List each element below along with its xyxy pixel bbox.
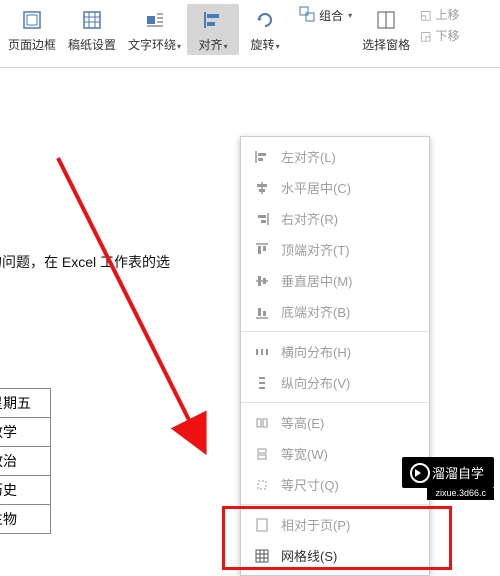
select-pane-label: 选择窗格	[362, 36, 410, 53]
select-pane-icon	[372, 6, 400, 34]
table-row: 历史	[0, 476, 51, 505]
table-row: 星期五	[0, 389, 51, 418]
align-vcenter-icon	[253, 272, 271, 290]
table-row: 政治	[0, 447, 51, 476]
align-dropdown: 左对齐(L) 水平居中(C) 右对齐(R) 顶端对齐(T) 垂直居中(M) 底端…	[240, 136, 430, 576]
align-left-icon	[253, 148, 271, 166]
paper-setup-button[interactable]: 稿纸设置	[62, 4, 122, 55]
menu-separator	[241, 402, 429, 403]
table-row: 生物	[0, 505, 51, 534]
menu-separator	[241, 331, 429, 332]
move-up-button[interactable]: ◱ 上移	[420, 6, 459, 23]
page-border-icon	[18, 6, 46, 34]
menu-align-left[interactable]: 左对齐(L)	[241, 141, 429, 172]
menu-relative-page[interactable]: 相对于页(P)	[241, 509, 429, 540]
relative-page-icon	[253, 516, 271, 534]
ribbon-toolbar: 页面边框 稿纸设置 文字环绕▾ 对齐▾ 旋转▾ 组合▾ 选择窗格	[0, 0, 500, 68]
layer-controls: ◱ 上移 ◲ 下移	[416, 4, 463, 46]
align-hcenter-icon	[253, 179, 271, 197]
page-border-button[interactable]: 页面边框	[2, 4, 62, 55]
watermark-url: zixue.3d66.c	[427, 488, 494, 500]
menu-align-bottom[interactable]: 底端对齐(B)	[241, 296, 429, 327]
menu-separator	[241, 504, 429, 505]
align-bottom-icon	[253, 303, 271, 321]
page-border-label: 页面边框	[8, 36, 56, 53]
menu-align-hcenter[interactable]: 水平居中(C)	[241, 172, 429, 203]
align-top-icon	[253, 241, 271, 259]
menu-equal-width[interactable]: 等宽(W)	[241, 438, 429, 469]
equal-size-icon	[253, 476, 271, 494]
menu-distribute-h[interactable]: 横向分布(H)	[241, 336, 429, 367]
move-down-button[interactable]: ◲ 下移	[420, 27, 459, 44]
annotation-arrow	[48, 148, 248, 508]
rotate-label: 旋转▾	[251, 36, 280, 53]
distribute-h-icon	[253, 343, 271, 361]
menu-align-right[interactable]: 右对齐(R)	[241, 203, 429, 234]
gridlines-icon	[253, 547, 271, 565]
text-wrap-icon	[141, 6, 169, 34]
align-right-icon	[253, 210, 271, 228]
rotate-icon	[251, 6, 279, 34]
equal-height-icon	[253, 414, 271, 432]
menu-equal-height[interactable]: 等高(E)	[241, 407, 429, 438]
menu-align-top[interactable]: 顶端对齐(T)	[241, 234, 429, 265]
group-label[interactable]: 组合	[319, 7, 343, 24]
menu-equal-size[interactable]: 等尺寸(Q)	[241, 469, 429, 500]
align-icon	[199, 6, 227, 34]
align-button[interactable]: 对齐▾	[187, 4, 239, 55]
menu-align-vcenter[interactable]: 垂直居中(M)	[241, 265, 429, 296]
rotate-button[interactable]: 旋转▾	[239, 4, 291, 55]
menu-gridlines[interactable]: 网格线(S)	[241, 540, 429, 571]
distribute-v-icon	[253, 374, 271, 392]
document-area: 样的问题，在 Excel 工作表的选 星期五 数学 政治 历史 生物 左对齐(L…	[0, 68, 500, 502]
schedule-table: 星期五 数学 政治 历史 生物	[0, 388, 51, 534]
watermark-badge: 溜溜自学	[402, 457, 494, 488]
text-wrap-button[interactable]: 文字环绕▾	[122, 4, 187, 55]
group-icon	[299, 6, 315, 25]
select-pane-button[interactable]: 选择窗格	[356, 4, 416, 55]
align-label: 对齐▾	[199, 36, 228, 53]
text-wrap-label: 文字环绕▾	[128, 36, 181, 53]
equal-width-icon	[253, 445, 271, 463]
table-row: 数学	[0, 418, 51, 447]
paper-setup-label: 稿纸设置	[68, 36, 116, 53]
menu-distribute-v[interactable]: 纵向分布(V)	[241, 367, 429, 398]
body-paragraph: 样的问题，在 Excel 工作表的选	[0, 252, 170, 272]
paper-setup-icon	[78, 6, 106, 34]
